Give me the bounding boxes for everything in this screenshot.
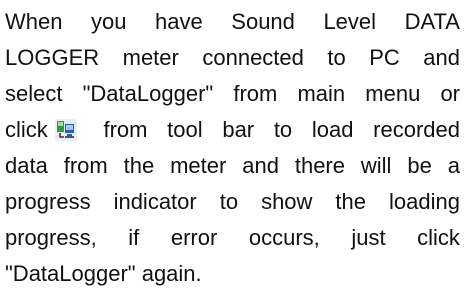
word: bar xyxy=(222,117,255,142)
word: to xyxy=(219,189,239,214)
word: main xyxy=(297,81,346,106)
word: have xyxy=(155,9,203,34)
word: to xyxy=(273,117,293,142)
word: load xyxy=(311,117,354,142)
word-with-icon: click xyxy=(5,112,84,148)
word: and xyxy=(423,45,460,70)
word: error xyxy=(170,225,218,250)
word: indicator xyxy=(113,189,197,214)
word: meter xyxy=(122,45,179,70)
word: you xyxy=(91,9,127,34)
word: from xyxy=(63,153,108,178)
word: there xyxy=(294,153,345,178)
word: recorded xyxy=(373,117,460,142)
word: tool xyxy=(167,117,203,142)
paragraph-line-1: When you have Sound Level DATA xyxy=(5,4,460,40)
paragraph-line-6: progress indicator to show the loading xyxy=(5,184,460,220)
word: data xyxy=(5,153,48,178)
instruction-paragraph: When you have Sound Level DATA LOGGER me… xyxy=(5,4,460,292)
paragraph-line-5: data from the meter and there will be a xyxy=(5,148,460,184)
word: to xyxy=(327,45,346,70)
paragraph-line-2: LOGGER meter connected to PC and xyxy=(5,40,460,76)
word: a xyxy=(447,153,460,178)
word: click xyxy=(5,117,48,142)
word: connected xyxy=(202,45,304,70)
word: or xyxy=(440,81,460,106)
word: if xyxy=(128,225,140,250)
word: from xyxy=(103,117,148,142)
word: "DataLogger" xyxy=(82,81,214,106)
word: progress, xyxy=(5,225,97,250)
word: "DataLogger" again. xyxy=(5,261,202,286)
word: progress xyxy=(5,189,91,214)
datalogger-toolbar-icon xyxy=(54,118,78,142)
word: from xyxy=(233,81,278,106)
word: and xyxy=(242,153,279,178)
word: select xyxy=(5,81,63,106)
word: Sound xyxy=(231,9,295,34)
paragraph-line-7: progress, if error occurs, just click xyxy=(5,220,460,256)
word: show xyxy=(261,189,313,214)
word: loading xyxy=(388,189,460,214)
word: occurs, xyxy=(248,225,320,250)
word: DATA xyxy=(404,9,460,34)
word: When xyxy=(5,9,63,34)
word: click xyxy=(417,225,460,250)
paragraph-line-4: click from tool bar to load recorded xyxy=(5,112,460,148)
word: just xyxy=(351,225,386,250)
word: will xyxy=(360,153,392,178)
word: be xyxy=(407,153,432,178)
word: the xyxy=(335,189,366,214)
paragraph-line-8: "DataLogger" again. xyxy=(5,256,460,292)
word: the xyxy=(123,153,155,178)
word: meter xyxy=(170,153,227,178)
word: Level xyxy=(323,9,377,34)
word: LOGGER xyxy=(5,45,100,70)
word: PC xyxy=(369,45,400,70)
word: menu xyxy=(365,81,421,106)
paragraph-line-3: select "DataLogger" from main menu or xyxy=(5,76,460,112)
